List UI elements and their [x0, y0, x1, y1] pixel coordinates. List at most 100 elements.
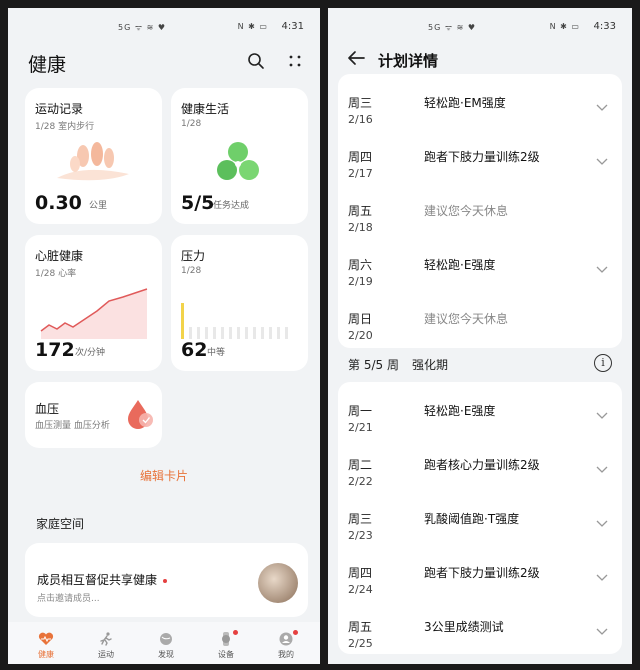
exercise-record-card[interactable]: 运动记录 1/28 室内步行 0.30 公里 — [25, 88, 162, 224]
plan-date: 2/24 — [348, 583, 373, 596]
footprint-illustration — [57, 142, 129, 181]
workout-name: 跑者核心力量训练2级 — [424, 458, 540, 472]
chevron-down-icon[interactable] — [596, 464, 608, 477]
plan-date: 2/22 — [348, 475, 373, 488]
status-time: 4:33 — [593, 21, 616, 32]
tab-label: 运动 — [98, 650, 114, 659]
workout-name: 轻松跑·E强度 — [424, 258, 496, 272]
plan-date: 2/20 — [348, 329, 373, 342]
notification-dot — [233, 630, 238, 635]
plan-date: 2/25 — [348, 637, 373, 650]
status-time: 4:31 — [281, 21, 304, 32]
tab-exercise[interactable]: 运动 — [82, 632, 130, 660]
stress-bars — [181, 303, 288, 339]
chevron-down-icon[interactable] — [596, 518, 608, 531]
tab-label: 发现 — [158, 650, 174, 659]
planet-icon — [158, 632, 174, 646]
day-of-week: 周五 — [348, 620, 373, 634]
avatar — [258, 563, 298, 603]
card-title: 运动记录 — [35, 102, 84, 116]
card-title: 压力 — [181, 249, 206, 263]
tab-label: 设备 — [218, 650, 234, 659]
stress-value: 62 — [181, 339, 208, 361]
tab-discover[interactable]: 发现 — [142, 632, 190, 660]
plan-date: 2/23 — [348, 529, 373, 542]
stress-level: 中等 — [207, 348, 226, 358]
plan-date: 2/18 — [348, 221, 373, 234]
chevron-down-icon[interactable] — [596, 156, 608, 169]
family-space-card[interactable]: 成员相互督促共享健康 点击邀请成员... — [25, 543, 308, 617]
tab-label: 我的 — [278, 650, 294, 659]
more-icon[interactable] — [284, 52, 306, 74]
distance-unit: 公里 — [89, 201, 108, 211]
card-title: 血压 — [35, 402, 60, 416]
signal-icons: 5G ᯤ ≋ ♥ — [118, 23, 167, 32]
workout-name: 3公里成绩测试 — [424, 620, 504, 634]
status-bar: 5G ᯤ ≋ ♥ N ✱ ▭ 4:33 — [328, 8, 632, 46]
rest-suggestion: 建议您今天休息 — [424, 312, 509, 326]
workout-name: 跑者下肢力量训练2级 — [424, 566, 540, 580]
plan-day-row[interactable]: 周一 2/21 轻松跑·E强度 — [338, 390, 622, 442]
family-section-title: 家庭空间 — [36, 517, 85, 531]
search-icon[interactable] — [245, 52, 267, 74]
day-of-week: 周四 — [348, 566, 373, 580]
card-subtitle: 1/28 室内步行 — [35, 122, 95, 132]
day-of-week: 周四 — [348, 150, 373, 164]
plan-day-row: 周日 2/20 建议您今天休息 — [338, 298, 622, 350]
card-title: 健康生活 — [181, 102, 230, 116]
signal-icons: 5G ᯤ ≋ ♥ — [428, 23, 477, 32]
notification-dot — [293, 630, 298, 635]
runner-icon — [98, 632, 114, 646]
workout-name: 轻松跑·EM强度 — [424, 96, 506, 110]
plan-day-row[interactable]: 周二 2/22 跑者核心力量训练2级 — [338, 444, 622, 496]
plan-day-row[interactable]: 周三 2/16 轻松跑·EM强度 — [338, 82, 622, 134]
notification-dot — [163, 578, 168, 583]
tab-devices[interactable]: 设备 — [202, 630, 250, 660]
card-subtitle: 1/28 — [181, 119, 202, 129]
day-of-week: 周三 — [348, 512, 373, 526]
chevron-down-icon[interactable] — [596, 410, 608, 423]
card-subtitle: 1/28 心率 — [35, 269, 77, 279]
plan-details-screen: 5G ᯤ ≋ ♥ N ✱ ▭ 4:33 计划详情 周三 2/16 轻松跑·EM强度周… — [328, 8, 632, 664]
heart-rate-unit: 次/分钟 — [75, 348, 106, 358]
day-of-week: 周日 — [348, 312, 373, 326]
plan-day-row[interactable]: 周三 2/23 乳酸阈值跑·T强度 — [338, 498, 622, 550]
heart-rate-chart — [40, 288, 148, 339]
bottom-tab-bar: 健康 运动 发现 设备 我的 — [8, 622, 320, 664]
tab-me[interactable]: 我的 — [262, 630, 310, 660]
chevron-down-icon[interactable] — [596, 264, 608, 277]
heart-health-card[interactable]: 心脏健康 1/28 心率 172 次/分钟 — [25, 235, 162, 371]
blood-pressure-card[interactable]: 血压 血压测量 血压分析 — [25, 382, 162, 448]
chevron-down-icon[interactable] — [596, 626, 608, 639]
back-arrow-icon[interactable] — [346, 48, 366, 73]
chevron-down-icon[interactable] — [596, 102, 608, 115]
system-icons: N ✱ ▭ — [237, 22, 268, 31]
week-plan-list: 周三 2/16 轻松跑·EM强度周四 2/17 跑者下肢力量训练2级周五 2/18 建议您今… — [338, 74, 622, 348]
family-card-title-text: 成员相互督促共享健康 — [37, 573, 158, 587]
day-of-week: 周二 — [348, 458, 373, 472]
day-of-week: 周三 — [348, 96, 373, 110]
card-subtitle: 血压测量 血压分析 — [35, 421, 110, 431]
stress-card[interactable]: 压力 1/28 62 中等 — [171, 235, 308, 371]
card-subtitle: 1/28 — [181, 266, 202, 276]
profile-icon — [278, 632, 294, 646]
workout-name: 轻松跑·E强度 — [424, 404, 496, 418]
plan-day-row: 周五 2/18 建议您今天休息 — [338, 190, 622, 242]
day-of-week: 周五 — [348, 204, 373, 218]
distance-value: 0.30 — [35, 192, 82, 214]
healthy-living-card[interactable]: 健康生活 1/28 5/5 任务达成 — [171, 88, 308, 224]
card-title: 心脏健康 — [35, 249, 84, 263]
tab-health[interactable]: 健康 — [22, 632, 70, 660]
app-header: 健康 — [8, 46, 320, 86]
plan-day-row[interactable]: 周五 2/25 3公里成绩测试 — [338, 606, 622, 658]
info-icon[interactable]: i — [594, 354, 612, 372]
week-plan-list: 周一 2/21 轻松跑·E强度 周二 2/22 跑者核心力量训练2级 周三 2/23 乳酸阈值跑… — [338, 382, 622, 654]
plan-day-row[interactable]: 周六 2/19 轻松跑·E强度 — [338, 244, 622, 296]
plan-day-row[interactable]: 周四 2/17 跑者下肢力量训练2级 — [338, 136, 622, 188]
tasks-value: 5/5 — [181, 192, 215, 214]
heart-icon — [38, 632, 54, 646]
plan-date: 2/16 — [348, 113, 373, 126]
edit-cards-link[interactable]: 编辑卡片 — [8, 467, 320, 484]
chevron-down-icon[interactable] — [596, 572, 608, 585]
plan-day-row[interactable]: 周四 2/24 跑者下肢力量训练2级 — [338, 552, 622, 604]
